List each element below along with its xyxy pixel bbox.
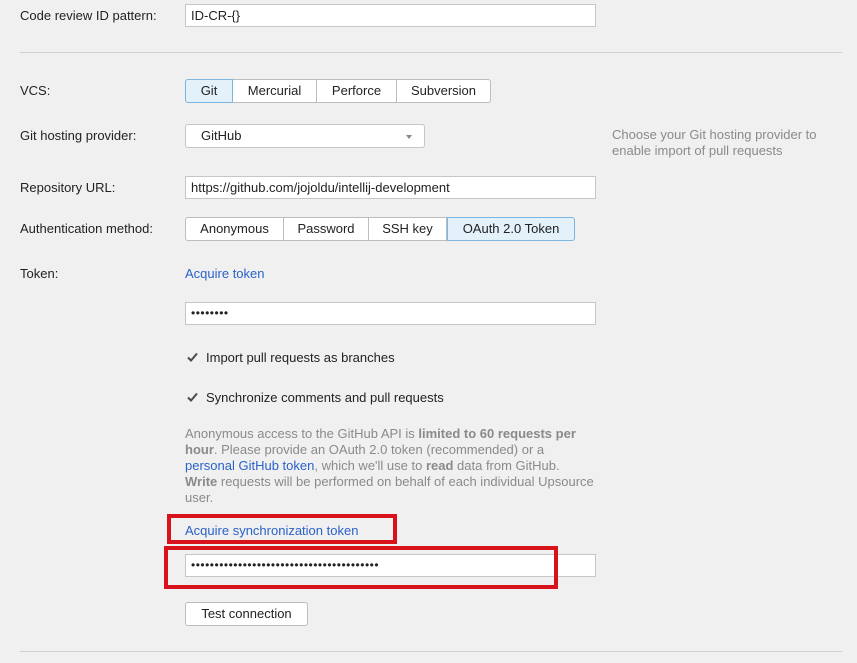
hosting-provider-label: Git hosting provider: [20, 128, 137, 143]
code-review-id-label: Code review ID pattern: [20, 8, 157, 23]
auth-method-label: Authentication method: [20, 221, 153, 236]
hosting-provider-hint: Choose your Git hosting provider to enab… [612, 127, 817, 158]
hosting-provider-dropdown[interactable]: GitHub [185, 124, 425, 148]
divider [20, 52, 842, 53]
token-input[interactable]: •••••••• [185, 302, 596, 325]
info-text: requests will be performed on behalf of … [185, 474, 594, 505]
import-prs-label: Import pull requests as branches [206, 350, 395, 365]
code-review-id-input[interactable]: ID-CR-{} [185, 4, 596, 27]
checkmark-icon [187, 352, 198, 362]
sync-comments-checkbox-row[interactable]: Synchronize comments and pull requests [186, 390, 444, 405]
checkmark-icon [187, 392, 198, 402]
info-text: Anonymous access to the GitHub API is [185, 426, 419, 441]
vcs-segmented-control: Git Mercurial Perforce Subversion [185, 79, 491, 103]
personal-token-link[interactable]: personal GitHub token [185, 458, 314, 473]
highlight-box [167, 514, 397, 544]
info-emphasis: Write [185, 474, 218, 489]
acquire-token-link[interactable]: Acquire token [185, 266, 265, 281]
sync-comments-checkbox[interactable] [186, 391, 199, 404]
hosting-provider-value: GitHub [201, 128, 242, 143]
auth-option-ssh-key[interactable]: SSH key [369, 217, 447, 241]
sync-comments-label: Synchronize comments and pull requests [206, 390, 444, 405]
vcs-option-git[interactable]: Git [185, 79, 233, 103]
import-prs-checkbox[interactable] [186, 351, 199, 364]
repository-url-input[interactable]: https://github.com/jojoldu/intellij-deve… [185, 176, 596, 199]
github-api-info-text: Anonymous access to the GitHub API is li… [185, 426, 595, 506]
info-emphasis: read [425, 458, 454, 473]
vcs-option-perforce[interactable]: Perforce [317, 79, 397, 103]
test-connection-button[interactable]: Test connection [185, 602, 308, 626]
token-label: Token: [20, 266, 59, 281]
auth-option-anonymous[interactable]: Anonymous [185, 217, 284, 241]
vcs-option-subversion[interactable]: Subversion [397, 79, 491, 103]
auth-method-segmented-control: Anonymous Password SSH key OAuth 2.0 Tok… [185, 217, 575, 241]
vcs-label: VCS: [20, 83, 51, 98]
highlight-box [164, 546, 558, 589]
info-text: , which we'll use to [314, 458, 426, 473]
vcs-settings-page: Code review ID pattern: ID-CR-{} VCS: Gi… [0, 0, 857, 663]
import-prs-checkbox-row[interactable]: Import pull requests as branches [186, 350, 395, 365]
auth-option-oauth-token[interactable]: OAuth 2.0 Token [447, 217, 575, 241]
vcs-option-mercurial[interactable]: Mercurial [233, 79, 317, 103]
repository-url-label: Repository URL: [20, 180, 116, 195]
chevron-down-icon [406, 135, 412, 139]
auth-option-password[interactable]: Password [284, 217, 369, 241]
info-text: . Please provide an OAuth 2.0 token (rec… [213, 442, 545, 457]
info-text: data from GitHub. [453, 458, 560, 473]
divider [20, 651, 842, 652]
